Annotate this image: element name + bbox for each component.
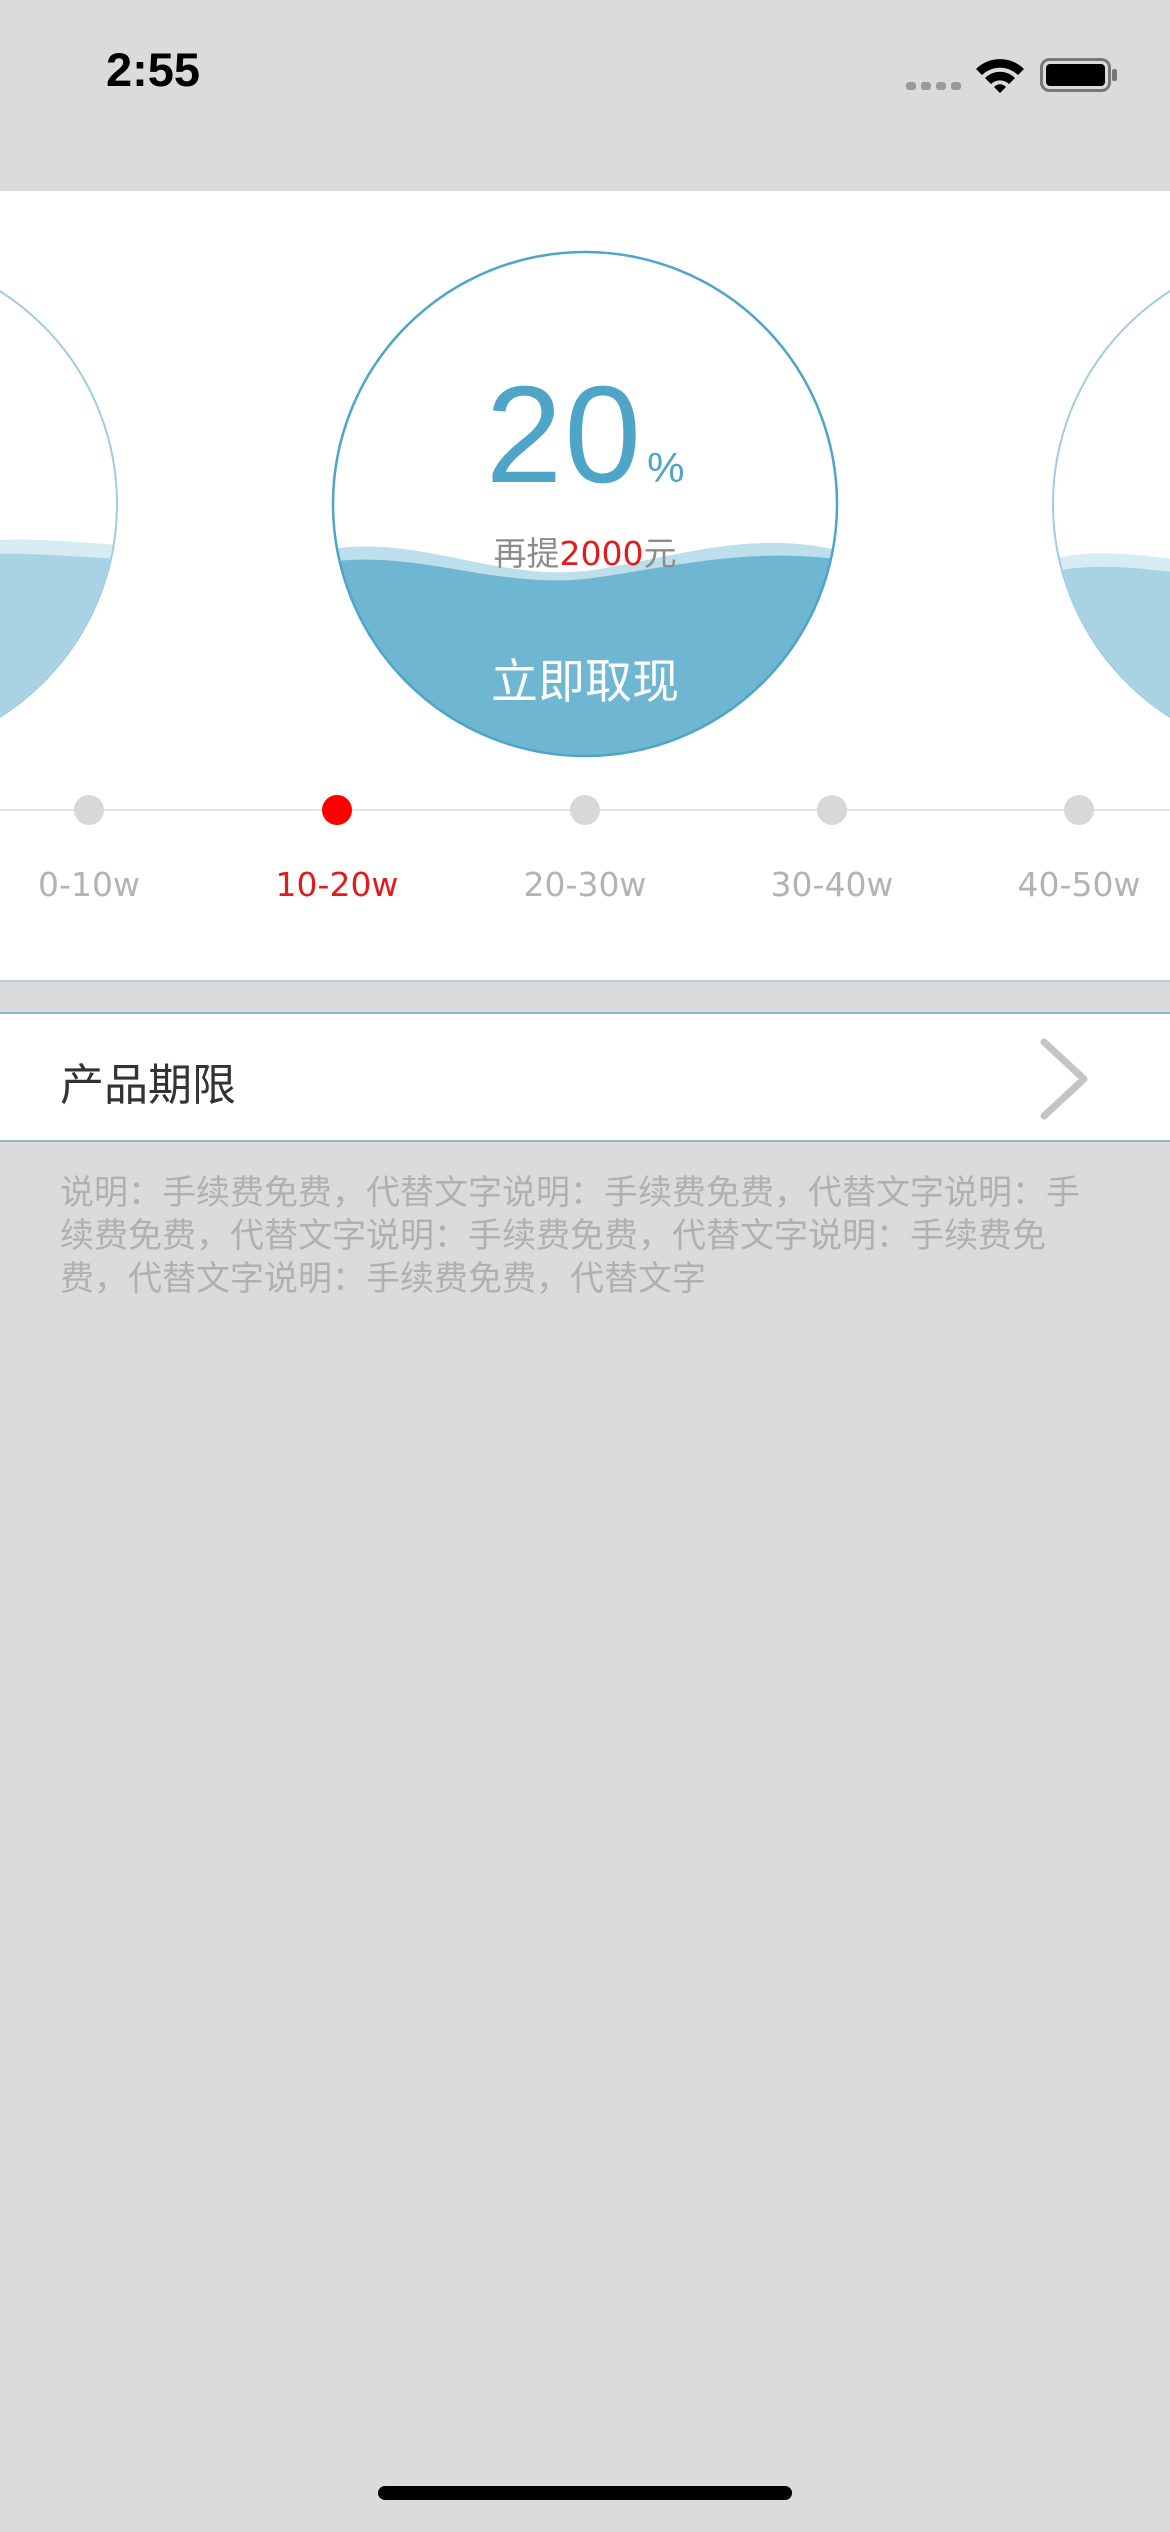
hint-prefix: 再提: [493, 534, 560, 573]
tier-dot-0-10w[interactable]: [74, 795, 104, 825]
chevron-right-icon: [1040, 1038, 1088, 1120]
percent-unit: %: [647, 444, 685, 491]
remaining-hint: 再提2000元: [330, 527, 840, 575]
tier-dot-20-30w[interactable]: [570, 795, 600, 825]
gauge-graphic: [0, 250, 1170, 758]
withdraw-card: 20% 再提2000元 立即取现 0-10w 10-20w 20-30w 30-…: [0, 191, 1170, 981]
percent-display: 20%: [330, 366, 840, 504]
status-bar: 2:55: [0, 0, 1170, 150]
next-gauge: [1052, 290, 1170, 755]
tier-label-40-50w[interactable]: 40-50w: [979, 865, 1170, 904]
status-time: 2:55: [106, 43, 201, 96]
tier-dot-10-20w[interactable]: [322, 795, 352, 825]
tier-label-10-20w[interactable]: 10-20w: [237, 865, 437, 904]
tier-label-30-40w[interactable]: 30-40w: [732, 865, 932, 904]
hint-amount: 2000: [559, 534, 644, 573]
cellular-signal-icon: [906, 82, 961, 90]
wifi-icon: [976, 59, 1024, 93]
description-note: 说明：手续费免费，代替文字说明：手续费免费，代替文字说明：手续费免费，代替文字说…: [60, 1173, 1080, 1299]
product-term-row[interactable]: 产品期限: [0, 1012, 1170, 1142]
percent-value: 20: [485, 358, 644, 512]
card-divider: [0, 980, 1170, 982]
tier-dot-30-40w[interactable]: [817, 795, 847, 825]
prev-gauge: [0, 290, 118, 755]
tier-dot-40-50w[interactable]: [1064, 795, 1094, 825]
tier-label-0-10w[interactable]: 0-10w: [0, 865, 189, 904]
hint-suffix: 元: [643, 534, 677, 573]
withdraw-now-button[interactable]: 立即取现: [420, 643, 750, 723]
tier-label-20-30w[interactable]: 20-30w: [485, 865, 685, 904]
home-indicator[interactable]: [378, 2486, 792, 2500]
battery-icon: [1040, 58, 1117, 92]
product-term-label: 产品期限: [60, 1060, 236, 1111]
